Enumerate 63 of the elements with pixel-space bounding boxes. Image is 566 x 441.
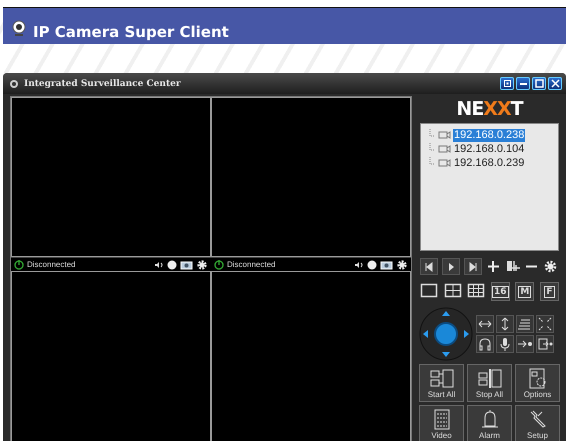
action-button[interactable]: Stop All	[467, 364, 512, 402]
snapshot-icon[interactable]	[380, 258, 393, 270]
expand-icon	[537, 316, 553, 332]
grid-view-icon[interactable]	[467, 282, 486, 299]
action-button[interactable]: Video	[419, 405, 464, 441]
maximize-button[interactable]	[532, 77, 546, 90]
headphones-button[interactable]	[476, 335, 494, 353]
minimize-button[interactable]	[516, 77, 530, 90]
microphone-button[interactable]	[496, 335, 514, 353]
close-icon	[550, 79, 560, 88]
action-button[interactable]: Start All	[419, 364, 464, 402]
maximize-icon	[534, 79, 544, 88]
close-button[interactable]	[548, 77, 562, 90]
snapshot-icon[interactable]	[180, 258, 193, 270]
quad-view-icon[interactable]	[444, 282, 462, 299]
layout-button[interactable]: M	[515, 282, 534, 301]
split-icon[interactable]	[505, 259, 520, 274]
webcam-icon	[11, 20, 27, 37]
device-item[interactable]: 192.168.0.104	[453, 142, 526, 156]
video-view[interactable]	[11, 97, 211, 257]
devices-icon	[476, 368, 502, 388]
horizontal-arrows-button[interactable]	[476, 315, 494, 333]
play-button[interactable]	[442, 258, 460, 275]
ptz-joystick[interactable]	[419, 307, 473, 361]
connection-status: Disconnected	[27, 260, 76, 269]
power-icon	[14, 259, 24, 270]
exit-dot-button[interactable]	[536, 335, 554, 353]
settings-icon[interactable]	[196, 258, 208, 270]
camera-icon	[438, 157, 451, 169]
previous-button[interactable]	[420, 258, 438, 275]
camera-icon	[438, 143, 451, 155]
next-button[interactable]	[464, 258, 482, 275]
device-item[interactable]: 192.168.0.239	[453, 156, 526, 170]
camera-icon	[438, 129, 451, 141]
settings-icon[interactable]	[543, 259, 558, 274]
settings-panel-icon	[526, 368, 548, 388]
lines-button[interactable]	[516, 315, 534, 333]
layout-button[interactable]: F	[540, 282, 559, 301]
layout-button[interactable]: 16	[490, 282, 510, 301]
connection-status: Disconnected	[227, 260, 276, 269]
exit-dot-icon	[537, 336, 553, 352]
expand-button[interactable]	[536, 315, 554, 333]
vertical-arrows-button[interactable]	[496, 315, 514, 333]
headphones-icon	[477, 336, 493, 352]
add-icon[interactable]	[486, 259, 501, 274]
single-view-icon[interactable]	[420, 282, 438, 299]
power-icon	[214, 259, 224, 270]
device-item[interactable]: 192.168.0.238	[453, 128, 526, 142]
action-button[interactable]: Setup	[515, 405, 560, 441]
brand-logo: NEXXT	[456, 98, 523, 120]
app-title: IP Camera Super Client	[33, 23, 229, 41]
arrow-dot-button[interactable]	[516, 335, 534, 353]
restore-button[interactable]	[500, 77, 514, 90]
action-button[interactable]: Alarm	[467, 405, 512, 441]
restore-icon	[502, 79, 512, 88]
app-icon	[9, 78, 19, 88]
settings-icon[interactable]	[396, 258, 408, 270]
record-icon[interactable]	[167, 258, 177, 270]
video-view[interactable]	[211, 97, 411, 257]
window-title: Integrated Surveillance Center	[24, 78, 182, 88]
devices-icon	[428, 368, 454, 388]
record-icon[interactable]	[367, 258, 377, 270]
action-button[interactable]: Options	[515, 364, 560, 402]
